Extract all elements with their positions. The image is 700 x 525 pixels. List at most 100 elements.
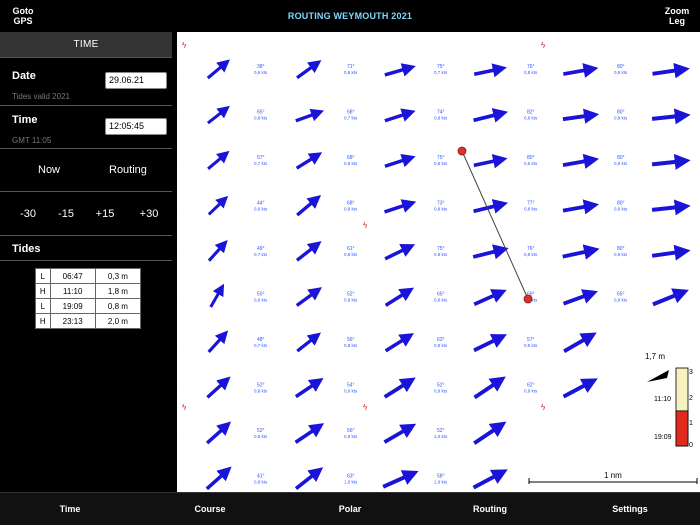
tide-time: 06:47: [49, 268, 96, 284]
divider: [0, 105, 172, 106]
tidal-stream-arrow: [383, 199, 417, 214]
stream-speed-label: 0,8 kts: [524, 70, 538, 75]
tab-course[interactable]: Course: [175, 504, 245, 514]
tide-type: H: [35, 283, 51, 299]
route-start-waypoint[interactable]: [457, 146, 467, 156]
route-end-waypoint[interactable]: [523, 294, 533, 304]
tidal-stream-arrow: [384, 333, 414, 353]
tide-time: 19:09: [49, 298, 96, 314]
stream-speed-label: 0,8 kts: [614, 70, 628, 75]
tidal-stream-arrow: [651, 244, 691, 261]
minus-15-button[interactable]: -15: [48, 208, 84, 220]
stream-speed-label: 1,0 kts: [344, 480, 358, 485]
tidal-stream-arrow: [562, 244, 600, 260]
tidal-stream-arrow: [562, 153, 600, 169]
gauge-tick: 1: [689, 420, 693, 427]
stream-speed-label: 0,9 kts: [614, 116, 628, 121]
tidal-stream-arrow: [563, 63, 599, 78]
stream-speed-label: 0,9 kts: [524, 343, 538, 348]
tab-polar[interactable]: Polar: [315, 504, 385, 514]
tidal-stream-arrow: [384, 63, 416, 77]
tidal-stream-arrow: [295, 152, 323, 170]
tide-type: H: [35, 313, 51, 329]
red-marker: ϟ: [541, 403, 546, 412]
stream-speed-label: 0,8 kts: [434, 298, 448, 303]
stream-speed-label: 0,7 kts: [254, 161, 268, 166]
stream-speed-label: 0,9 kts: [614, 298, 628, 303]
tab-settings[interactable]: Settings: [595, 504, 665, 514]
minus-30-button[interactable]: -30: [10, 208, 46, 220]
tidal-stream-arrow: [294, 423, 325, 444]
tidal-stream-arrow: [207, 330, 229, 354]
red-marker: ϟ: [182, 403, 187, 412]
tidal-stream-arrow: [472, 244, 509, 260]
plus-15-button[interactable]: +15: [87, 208, 123, 220]
stream-speed-label: 0,8 kts: [434, 161, 448, 166]
tab-routing[interactable]: Routing: [455, 504, 525, 514]
stream-speed-label: 0,8 kts: [434, 207, 448, 212]
app-title: ROUTING WEYMOUTH 2021: [287, 11, 413, 21]
stream-speed-label: 0,6 kts: [254, 207, 268, 212]
tidal-stream-arrow: [383, 377, 416, 399]
stream-speed-label: 0,8 kts: [524, 116, 538, 121]
stream-speed-label: 0,8 kts: [344, 70, 358, 75]
time-label: Time: [12, 114, 38, 126]
stream-speed-label: 0,9 kts: [344, 389, 358, 394]
date-field[interactable]: 29.06.21: [105, 72, 167, 89]
divider: [0, 260, 172, 261]
tide-time: 23:13: [49, 313, 96, 329]
tidal-stream-arrow: [562, 289, 598, 306]
scale-label: 1 nm: [604, 471, 622, 480]
tidal-stream-arrow: [651, 199, 691, 216]
bottom-tab-bar: Time Course Polar Routing Settings: [0, 492, 700, 525]
stream-speed-label: 0,8 kts: [177, 434, 178, 439]
stream-speed-label: 0,8 kts: [524, 389, 538, 394]
stream-speed-label: 0,6 kts: [177, 70, 178, 75]
stream-speed-label: 0,6 kts: [177, 161, 178, 166]
tab-time[interactable]: Time: [35, 504, 105, 514]
tide-height: 2,0 m: [94, 313, 142, 329]
tidal-stream-chart: 43°0,6 kts38°0,6 kts71°0,8 kts75°0,7 kts…: [177, 41, 698, 491]
divider: [0, 148, 172, 149]
top-bar: Goto GPS ROUTING WEYMOUTH 2021 Zoom Leg: [0, 0, 700, 32]
stream-speed-label: 0,9 kts: [344, 434, 358, 439]
stream-speed-label: 0,8 kts: [254, 389, 268, 394]
tidal-stream-arrow: [652, 288, 689, 307]
stream-speed-label: 0,9 kts: [614, 252, 628, 257]
tide-row: H 23:13 2,0 m: [35, 313, 142, 329]
stream-speed-label: 0,7 kts: [177, 389, 178, 394]
plus-30-button[interactable]: +30: [131, 208, 167, 220]
tidal-stream-arrow: [206, 376, 231, 399]
tidal-stream-arrow: [296, 195, 322, 217]
stream-speed-label: 0,9 kts: [614, 207, 628, 212]
stream-speed-label: 0,9 kts: [434, 389, 448, 394]
tide-type: L: [35, 268, 51, 284]
now-button[interactable]: Now: [38, 164, 60, 176]
stream-speed-label: 0,8 kts: [177, 480, 178, 485]
tidal-stream-arrow: [473, 154, 508, 169]
tidal-stream-arrow: [206, 105, 230, 125]
gauge-low-water-time: 19:09: [654, 434, 672, 441]
date-label: Date: [12, 70, 36, 82]
routing-time-button[interactable]: Routing: [109, 164, 147, 176]
tidal-stream-arrow: [294, 467, 324, 490]
route-leg: [461, 150, 529, 300]
tidal-stream-arrow: [651, 154, 691, 170]
tide-time: 11:10: [49, 283, 96, 299]
tidal-stream-arrow: [205, 421, 232, 445]
tidal-stream-arrow: [206, 59, 231, 80]
tidal-stream-arrow: [384, 153, 416, 168]
time-field[interactable]: 12:05:45: [105, 118, 167, 135]
tidal-stream-map[interactable]: 43°0,6 kts38°0,6 kts71°0,8 kts75°0,7 kts…: [177, 32, 700, 492]
gauge-height-label: 1,7 m: [645, 352, 665, 361]
gauge-tick: 2: [689, 395, 693, 402]
tidal-stream-arrow: [209, 283, 225, 308]
stream-speed-label: 0,6 kts: [177, 116, 178, 121]
zoom-leg-button[interactable]: Zoom Leg: [662, 6, 692, 26]
stream-speed-label: 0,7 kts: [254, 343, 268, 348]
gauge-level-fill: [675, 410, 689, 447]
stream-speed-label: 0,8 kts: [524, 161, 538, 166]
tidal-stream-arrow: [652, 62, 690, 79]
stream-speed-label: 0,8 kts: [254, 434, 268, 439]
divider: [0, 191, 172, 192]
